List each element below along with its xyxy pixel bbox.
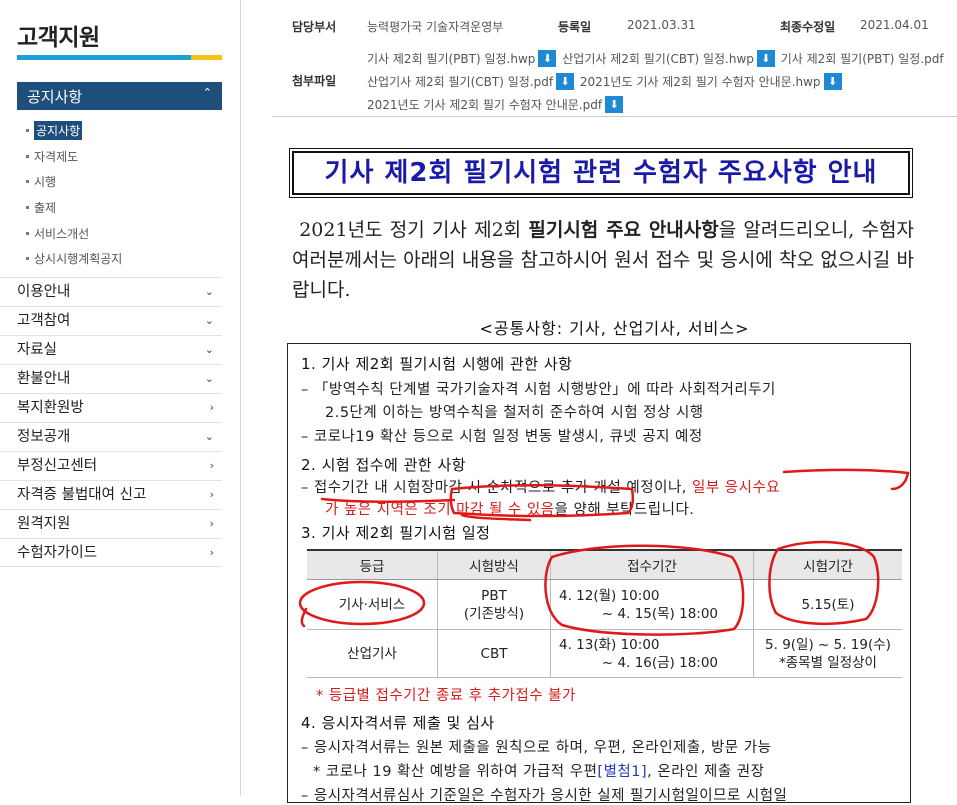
chevron-right-icon: › [209, 517, 214, 530]
document-title: 기사 제2회 필기시험 관련 수험자 주요사항 안내 [289, 148, 913, 198]
sidebar-submenu: 공지사항 자격제도 시행 출제 서비스개선 상시시행계획공지 [26, 118, 122, 272]
chevron-down-icon: ⌄ [204, 285, 214, 298]
table-header: 접수기간 [550, 549, 754, 580]
grade-cell: 기사·서비스 [307, 579, 438, 630]
chevron-right-icon: › [209, 546, 214, 559]
submenu-item-qualification-system[interactable]: 자격제도 [26, 144, 122, 170]
schedule-note: * 등급별 접수기간 종료 후 추가접수 불가 [316, 688, 576, 704]
section-3-title: 3. 기사 제2회 필기시험 일정 [301, 524, 491, 542]
notice-meta: 담당부서 능력평가국 기술자격운영부 등록일 2021.03.31 최종수정일 … [272, 9, 957, 117]
sidebar-title-underline [17, 55, 222, 60]
section-1-line-1: – 「방역수칙 단계별 국가기술자격 시험 시행방안」에 따라 사회적거리두기 [301, 382, 776, 398]
chevron-right-icon: › [209, 401, 214, 414]
table-header: 등급 [307, 549, 438, 580]
dept-value: 능력평가국 기술자격운영부 [367, 20, 504, 34]
period-cell: 4. 12(월) 10:00 ~ 4. 15(목) 18:00 [550, 579, 754, 630]
grade-cell: 산업기사 [307, 629, 438, 678]
menu-item-usage-guide[interactable]: 이용안내 ⌄ [0, 277, 222, 306]
mod-date-label: 최종수정일 [780, 20, 836, 34]
chevron-down-icon: ⌄ [204, 372, 214, 385]
sidebar: 고객지원 공지사항 ⌃ 공지사항 자격제도 시행 출제 서비스개선 상시시행계획… [0, 0, 241, 796]
bullet-icon [26, 154, 29, 158]
section-1-line-2: 2.5단계 이하는 방역수칙을 철저히 준수하여 시험 정상 시행 [325, 405, 704, 421]
submenu-item-service-improvement[interactable]: 서비스개선 [26, 220, 122, 246]
notice-box: 1. 기사 제2회 필기시험 시행에 관한 사항 – 「방역수칙 단계별 국가기… [287, 343, 911, 804]
menu-item-fraud-report-center[interactable]: 부정신고센터 › [0, 451, 222, 480]
notice-content: 담당부서 능력평가국 기술자격운영부 등록일 2021.03.31 최종수정일 … [272, 0, 957, 804]
menu-item-remote-support[interactable]: 원격지원 › [0, 509, 222, 538]
exam-cell: 5. 9(일) ~ 5. 19(수) *종목별 일정상이 [753, 629, 902, 678]
download-icon[interactable]: ⬇ [605, 96, 624, 113]
method-cell: CBT [437, 629, 551, 678]
download-icon[interactable]: ⬇ [538, 50, 557, 67]
submenu-item-administration[interactable]: 시행 [26, 169, 122, 195]
exam-schedule-table: 등급 시험방식 접수기간 시험기간 기사·서비스 PBT (기존방식) 4. 12… [307, 549, 902, 678]
bullet-icon [26, 180, 29, 184]
bullet-icon [26, 231, 29, 235]
exam-cell: 5.15(토) [753, 579, 902, 630]
menu-item-information-disclosure[interactable]: 정보공개 ⌄ [0, 422, 222, 451]
notice-document: 기사 제2회 필기시험 관련 수험자 주요사항 안내 2021년도 정기 기사 … [272, 117, 957, 804]
section-1-title: 1. 기사 제2회 필기시험 시행에 관한 사항 [301, 355, 573, 373]
sidebar-section-notice[interactable]: 공지사항 ⌃ [17, 82, 222, 110]
reg-date-value: 2021.03.31 [627, 18, 696, 32]
section-4-line-1: – 응시자격서류는 원본 제출을 원칙으로 하며, 우편, 온라인제출, 방문 … [301, 740, 772, 756]
period-cell: 4. 13(화) 10:00 ~ 4. 16(금) 18:00 [550, 629, 754, 678]
attachment-list: 기사 제2회 필기(PBT) 일정.hwp ⬇ 산업기사 제2회 필기(CBT) … [367, 48, 957, 117]
section-2-line-2: 가 높은 지역은 조기 마감 될 수 있음을 양해 부탁드립니다. [325, 502, 695, 518]
common-heading: <공통사항: 기사, 산업기사, 서비스> [479, 319, 750, 338]
method-cell: PBT (기존방식) [437, 579, 551, 630]
menu-item-illegal-rental-report[interactable]: 자격증 불법대여 신고 › [0, 480, 222, 509]
intro-paragraph: 2021년도 정기 기사 제2회 필기시험 주요 안내사항을 알려드리오니, 수… [292, 219, 914, 301]
section-4-title: 4. 응시자격서류 제출 및 심사 [301, 714, 495, 732]
chevron-down-icon: ⌄ [204, 430, 214, 443]
section-1-line-3: – 코로나19 확산 등으로 시험 일정 변동 발생시, 큐넷 공지 예정 [301, 429, 703, 445]
chevron-down-icon: ⌄ [204, 343, 214, 356]
table-header: 시험방식 [437, 549, 551, 580]
table-row: 기사·서비스 PBT (기존방식) 4. 12(월) 10:00 ~ 4. 15(… [307, 579, 902, 630]
menu-item-examinee-guide[interactable]: 수험자가이드 › [0, 538, 222, 567]
table-header: 시험기간 [753, 549, 902, 580]
bullet-icon [26, 206, 29, 210]
sidebar-title: 고객지원 [17, 25, 100, 51]
bullet-icon [26, 129, 29, 133]
attachment-item[interactable]: 산업기사 제2회 필기(CBT) 일정.pdf ⬇ [367, 71, 575, 94]
download-icon[interactable]: ⬇ [556, 73, 575, 90]
submenu-item-regular-plan[interactable]: 상시시행계획공지 [26, 246, 122, 272]
attachment-item[interactable]: 기사 제2회 필기(PBT) 일정.pdf [781, 48, 944, 71]
menu-item-customer-participation[interactable]: 고객참여 ⌄ [0, 306, 222, 335]
attachment-item[interactable]: 기사 제2회 필기(PBT) 일정.hwp ⬇ [367, 48, 557, 71]
menu-item-archive[interactable]: 자료실 ⌄ [0, 335, 222, 364]
submenu-item-question-setting[interactable]: 출제 [26, 195, 122, 221]
reg-date-label: 등록일 [558, 20, 592, 34]
download-icon[interactable]: ⬇ [823, 73, 842, 90]
sidebar-section-label: 공지사항 [27, 88, 83, 106]
chevron-up-icon: ⌃ [202, 86, 212, 99]
dept-label: 담당부서 [292, 20, 337, 34]
section-2-title: 2. 시험 접수에 관한 사항 [301, 456, 467, 474]
mod-date-value: 2021.04.01 [860, 18, 929, 32]
menu-item-welfare[interactable]: 복지환원방 › [0, 393, 222, 422]
section-4-line-2: * 코로나 19 확산 예방을 위하여 가급적 우편[별첨1], 온라인 제출 … [313, 764, 765, 780]
attach-label: 첨부파일 [292, 74, 337, 88]
submenu-item-notice[interactable]: 공지사항 [26, 118, 122, 144]
attachment-item[interactable]: 2021년도 기사 제2회 필기 수험자 안내문.hwp ⬇ [580, 71, 842, 94]
section-2-line-1: – 접수기간 내 시험장마감 시 순차적으로 추가 개설 예정이나, 일부 응시… [301, 480, 781, 496]
chevron-down-icon: ⌄ [204, 314, 214, 327]
chevron-right-icon: › [209, 459, 214, 472]
section-4-line-3: – 응시자격서류심사 기준일은 수험자가 응시한 실제 필기시험일이므로 시험일 [301, 788, 788, 804]
attachment-item[interactable]: 2021년도 기사 제2회 필기 수험자 안내문.pdf ⬇ [367, 94, 624, 117]
sidebar-menu: 이용안내 ⌄ 고객참여 ⌄ 자료실 ⌄ 환불안내 ⌄ 복지환원방 › 정보공개 ⌄ 부정신고… [0, 277, 222, 567]
chevron-right-icon: › [209, 488, 214, 501]
menu-item-refund-guide[interactable]: 환불안내 ⌄ [0, 364, 222, 393]
attachment-item[interactable]: 산업기사 제2회 필기(CBT) 일정.hwp ⬇ [562, 48, 775, 71]
table-row: 산업기사 CBT 4. 13(화) 10:00 ~ 4. 16(금) 18:00… [307, 629, 902, 678]
download-icon[interactable]: ⬇ [756, 50, 775, 67]
bullet-icon [26, 257, 29, 261]
